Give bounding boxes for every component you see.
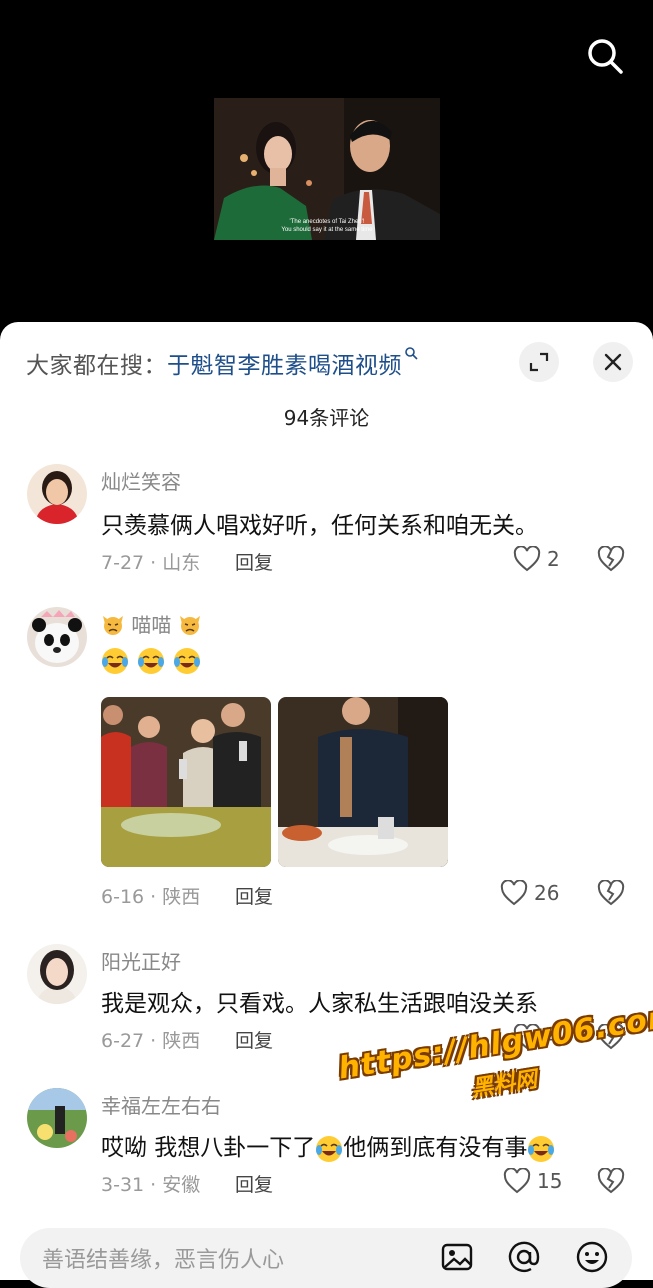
comment-input-bar[interactable]: 善语结善缘，恶言伤人心 — [20, 1228, 632, 1288]
avatar[interactable] — [27, 944, 87, 1004]
reply-button[interactable]: 回复 — [235, 882, 273, 909]
like-count: 15 — [537, 1169, 563, 1193]
emoji-icon[interactable] — [575, 1240, 609, 1274]
comment-emoji-row — [101, 647, 201, 675]
close-button[interactable] — [593, 342, 633, 382]
reply-button[interactable]: 回复 — [235, 1026, 273, 1053]
laugh-cry-emoji — [102, 648, 128, 674]
like-button[interactable]: 2 — [513, 546, 560, 572]
broken-heart-icon — [597, 545, 625, 572]
broken-heart-icon — [597, 879, 625, 906]
dislike-button[interactable] — [597, 879, 625, 910]
comment-username[interactable]: 幸福左左右右 — [101, 1090, 221, 1119]
like-count: 26 — [534, 881, 560, 905]
comment-input-placeholder[interactable]: 善语结善缘，恶言伤人心 — [42, 1242, 284, 1274]
video-player[interactable]: 'The anecdotes of Tai Zhen'! You should … — [214, 98, 440, 240]
hot-search-label: 大家都在搜： — [26, 353, 167, 379]
avatar[interactable] — [27, 464, 87, 524]
comment-username-text: 喵喵 — [131, 613, 172, 637]
comment-text: 我是观众，只看戏。人家私生活跟咱没关系 — [101, 991, 538, 1017]
expand-icon — [529, 352, 549, 372]
hot-search-term[interactable]: 于魁智李胜素喝酒视频 — [167, 353, 402, 379]
laugh-cry-emoji — [138, 648, 164, 674]
comment-username[interactable]: 阳光正好 — [101, 946, 181, 975]
reply-button[interactable]: 回复 — [235, 1170, 273, 1197]
comment-text-part: 他俩到底有没有事 — [343, 1135, 528, 1161]
search-icon[interactable] — [585, 36, 625, 76]
close-icon — [604, 353, 622, 371]
comment-date-location: 6-27 · 陕西 — [101, 1030, 201, 1052]
hot-search-bar[interactable]: 大家都在搜：于魁智李胜素喝酒视频 — [26, 346, 418, 380]
image-icon[interactable] — [440, 1240, 474, 1274]
avatar[interactable] — [27, 1088, 87, 1148]
cat-face-emoji — [179, 616, 200, 635]
like-count: 2 — [547, 547, 560, 571]
heart-icon — [500, 880, 528, 906]
comment-photo[interactable] — [101, 697, 271, 867]
dislike-button[interactable] — [597, 1167, 625, 1198]
video-subtitle: 'The anecdotes of Tai Zhen'! You should … — [281, 219, 373, 233]
laugh-cry-emoji — [528, 1135, 555, 1162]
comment-photo[interactable] — [278, 697, 448, 867]
heart-icon — [503, 1168, 531, 1194]
dislike-button[interactable] — [597, 545, 625, 576]
comment-text: 哎呦 我想八卦一下了 他俩到底有没有事 — [101, 1128, 555, 1163]
video-area[interactable]: 'The anecdotes of Tai Zhen'! You should … — [0, 0, 653, 330]
heart-icon — [513, 546, 541, 572]
reply-button[interactable]: 回复 — [235, 548, 273, 575]
comment-text: 只羡慕俩人唱戏好听，任何关系和咱无关。 — [101, 513, 538, 539]
comment-text-part: 哎呦 我想八卦一下了 — [101, 1135, 316, 1161]
comment-username[interactable]: 喵喵 — [101, 609, 202, 638]
comment-date-location: 7-27 · 山东 — [101, 552, 201, 574]
cat-face-emoji — [103, 616, 123, 635]
like-button[interactable]: 26 — [500, 880, 559, 906]
like-button[interactable]: 15 — [503, 1168, 562, 1194]
comment-date-location: 6-16 · 陕西 — [101, 886, 201, 908]
expand-button[interactable] — [519, 342, 559, 382]
comment-count: 94条评论 — [283, 406, 370, 430]
laugh-cry-emoji — [174, 648, 200, 674]
laugh-cry-emoji — [316, 1135, 343, 1162]
at-icon[interactable] — [507, 1240, 541, 1274]
comment-username[interactable]: 灿烂笑容 — [101, 466, 181, 495]
avatar[interactable] — [27, 607, 87, 667]
search-small-icon — [405, 347, 418, 360]
broken-heart-icon — [597, 1167, 625, 1194]
comment-date-location: 3-31 · 安徽 — [101, 1174, 201, 1196]
